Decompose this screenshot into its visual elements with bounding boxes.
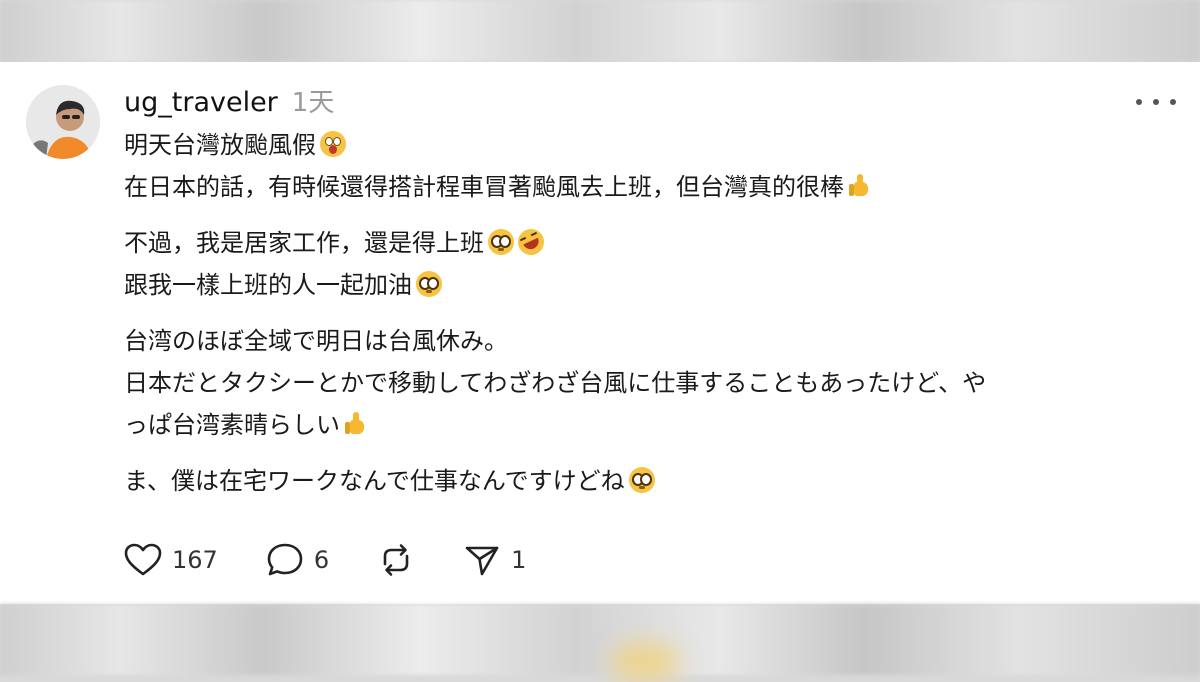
shocked-face-emoji-icon: [320, 131, 346, 157]
comment-button[interactable]: 6: [266, 542, 329, 578]
pleading-face-emoji-icon: [416, 271, 442, 297]
action-bar: 167 6 1: [124, 542, 574, 578]
repost-button[interactable]: [377, 542, 415, 578]
post-card: ug_traveler 1天 明天台灣放颱風假 在日本的話，有時候還得搭計程車冒…: [0, 62, 1200, 604]
post-line: 明天台灣放颱風假: [124, 124, 1164, 166]
thumbs-up-emoji-icon: [848, 173, 870, 199]
like-button[interactable]: 167: [124, 543, 218, 577]
comment-count: 6: [313, 546, 330, 574]
avatar[interactable]: [26, 85, 100, 159]
more-dots-icon[interactable]: [1136, 92, 1176, 112]
post-header: ug_traveler 1天: [124, 82, 334, 122]
post-line: ま、僕は在宅ワークなんで仕事なんですけどね: [124, 460, 1164, 502]
post-line: 台湾のほぼ全域で明日は台風休み。: [124, 327, 508, 355]
rolling-laughing-emoji-icon: [513, 224, 549, 260]
post-line: っぱ台湾素晴らしい: [124, 404, 1164, 446]
post-line: 在日本的話，有時候還得搭計程車冒著颱風去上班，但台灣真的很棒: [124, 166, 1164, 208]
share-button[interactable]: 1: [463, 542, 526, 578]
blurred-background-spot: [610, 642, 680, 682]
avatar-image: [26, 85, 100, 159]
post-time: 1天: [291, 88, 335, 118]
post-line: 跟我一樣上班的人一起加油: [124, 264, 1164, 306]
share-count: 1: [511, 546, 527, 574]
like-count: 167: [172, 546, 218, 574]
blurred-background-bottom: [0, 604, 1200, 675]
send-icon: [465, 546, 499, 576]
username[interactable]: ug_traveler: [124, 87, 278, 118]
comment-bubble-icon: [267, 543, 303, 576]
thumbs-up-emoji-icon: [344, 411, 366, 437]
post-line: 日本だとタクシーとかで移動してわざわざ台風に仕事することもあったけど、や: [124, 369, 987, 397]
pleading-face-emoji-icon: [628, 467, 655, 493]
blurred-background-top: [0, 0, 1200, 62]
heart-icon: [124, 543, 162, 576]
pleading-face-emoji-icon: [488, 229, 514, 255]
repost-icon: [383, 544, 409, 576]
post-line: 不過，我是居家工作，還是得上班: [124, 222, 1164, 264]
post-body: 明天台灣放颱風假 在日本的話，有時候還得搭計程車冒著颱風去上班，但台灣真的很棒 …: [124, 124, 1164, 502]
